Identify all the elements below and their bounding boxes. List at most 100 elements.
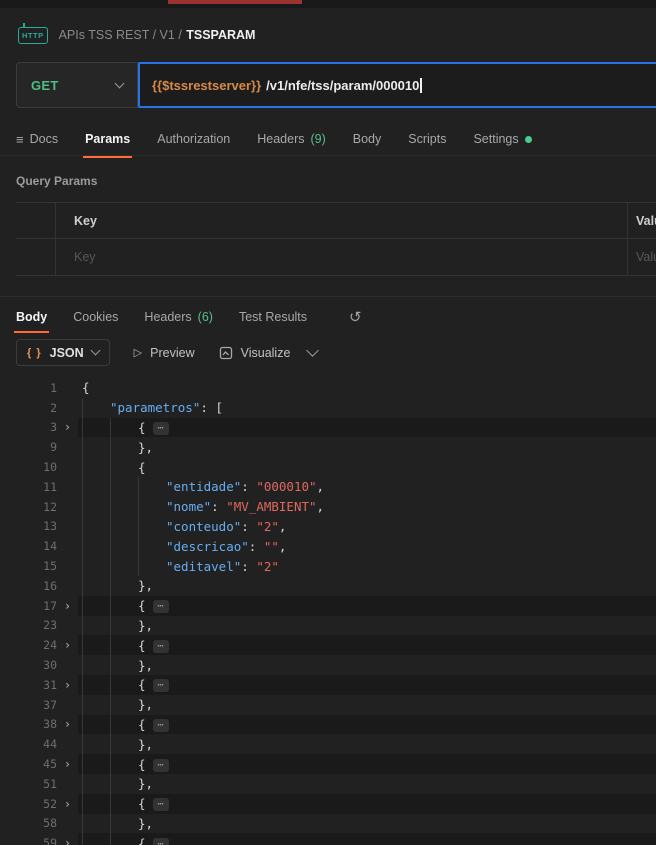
tab-authorization[interactable]: Authorization [157, 132, 230, 158]
visualize-button[interactable]: Visualize [219, 346, 291, 360]
fold-chevron-icon[interactable]: › [57, 718, 78, 730]
method-select[interactable]: GET [16, 62, 138, 108]
fold-chevron-icon[interactable]: › [57, 758, 78, 770]
collapsed-ellipsis[interactable]: ⋯ [153, 422, 169, 435]
code-line[interactable]: 15"editavel": "2" [0, 556, 656, 576]
line-content[interactable]: "nome": "MV_AMBIENT", [78, 497, 656, 517]
code-line[interactable]: 13"conteudo": "2", [0, 517, 656, 537]
preview-button[interactable]: ▷ Preview [134, 346, 195, 360]
code-line[interactable]: 37}, [0, 695, 656, 715]
code-line[interactable]: 10{ [0, 457, 656, 477]
format-select[interactable]: { } JSON [16, 339, 110, 366]
code-line[interactable]: 38›{⋯ [0, 715, 656, 735]
line-content[interactable]: }, [78, 616, 656, 636]
tab-docs[interactable]: ≡ Docs [16, 132, 58, 158]
line-content[interactable]: "parametros": [ [78, 398, 656, 418]
url-input[interactable]: {{$tssrestserver}} /v1/nfe/tss/param/000… [138, 62, 656, 108]
tab-body[interactable]: Body [353, 132, 382, 158]
collapsed-ellipsis[interactable]: ⋯ [153, 640, 169, 653]
collapsed-line-content[interactable]: {⋯ [78, 715, 656, 735]
visualize-icon [219, 346, 233, 360]
fold-chevron-icon[interactable]: › [57, 639, 78, 651]
code-line[interactable]: 2"parametros": [ [0, 398, 656, 418]
code-line[interactable]: 24›{⋯ [0, 635, 656, 655]
fold-chevron-icon[interactable]: › [57, 837, 78, 845]
response-tab-cookies[interactable]: Cookies [73, 310, 118, 333]
line-content[interactable]: "editavel": "2" [78, 556, 656, 576]
more-options-chevron-icon[interactable] [307, 344, 320, 357]
code-line[interactable]: 3›{⋯ [0, 418, 656, 438]
editor-gutter: 2 [0, 401, 78, 415]
collapsed-ellipsis[interactable]: ⋯ [153, 600, 169, 613]
collapsed-line-content[interactable]: {⋯ [78, 794, 656, 814]
response-tabs: Body Cookies Headers (6) Test Results ↺ [0, 297, 656, 331]
collapsed-line-content[interactable]: {⋯ [78, 635, 656, 655]
tab-params[interactable]: Params [85, 132, 130, 158]
code-line[interactable]: 51}, [0, 774, 656, 794]
fold-chevron-icon[interactable]: › [57, 600, 78, 612]
code-line[interactable]: 14"descricao": "", [0, 536, 656, 556]
tab-settings-label: Settings [473, 132, 518, 146]
line-number: 58 [0, 816, 57, 830]
chevron-down-icon [115, 78, 125, 88]
code-line[interactable]: 59›{⋯ [0, 833, 656, 845]
value-input-cell[interactable]: Value [628, 239, 656, 275]
line-content[interactable]: }, [78, 734, 656, 754]
play-icon: ▷ [134, 346, 142, 359]
editor-gutter: 12 [0, 500, 78, 514]
collapsed-ellipsis[interactable]: ⋯ [153, 679, 169, 692]
code-line[interactable]: 11"entidade": "000010", [0, 477, 656, 497]
line-number: 24 [0, 638, 57, 652]
braces-icon: { } [27, 347, 42, 359]
code-line[interactable]: 44}, [0, 734, 656, 754]
tab-headers[interactable]: Headers (9) [257, 132, 326, 158]
line-content[interactable]: "descricao": "", [78, 536, 656, 556]
collapsed-line-content[interactable]: {⋯ [78, 675, 656, 695]
code-line[interactable]: 17›{⋯ [0, 596, 656, 616]
line-content[interactable]: }, [78, 774, 656, 794]
response-history-icon[interactable]: ↺ [349, 308, 362, 326]
line-content[interactable]: { [78, 457, 656, 477]
code-line[interactable]: 9}, [0, 437, 656, 457]
json-punctuation: , [317, 499, 325, 514]
code-line[interactable]: 16}, [0, 576, 656, 596]
code-line[interactable]: 30}, [0, 655, 656, 675]
key-input-cell[interactable]: Key [56, 239, 628, 275]
editor-gutter: 45› [0, 757, 78, 771]
code-line[interactable]: 1{ [0, 378, 656, 398]
line-content[interactable]: }, [78, 576, 656, 596]
collapsed-ellipsis[interactable]: ⋯ [153, 838, 169, 845]
tab-scripts[interactable]: Scripts [408, 132, 446, 158]
line-content[interactable]: "conteudo": "2", [78, 517, 656, 537]
code-line[interactable]: 31›{⋯ [0, 675, 656, 695]
collapsed-ellipsis[interactable]: ⋯ [153, 798, 169, 811]
fold-chevron-icon[interactable]: › [57, 421, 78, 433]
fold-chevron-icon[interactable]: › [57, 679, 78, 691]
line-number: 38 [0, 717, 57, 731]
code-line[interactable]: 58}, [0, 814, 656, 834]
json-punctuation: }, [138, 578, 153, 593]
line-content[interactable]: }, [78, 695, 656, 715]
code-line[interactable]: 45›{⋯ [0, 754, 656, 774]
response-tab-test-results[interactable]: Test Results [239, 310, 307, 333]
line-content[interactable]: "entidade": "000010", [78, 477, 656, 497]
collapsed-line-content[interactable]: {⋯ [78, 418, 656, 438]
collapsed-line-content[interactable]: {⋯ [78, 754, 656, 774]
code-line[interactable]: 52›{⋯ [0, 794, 656, 814]
line-content[interactable]: }, [78, 655, 656, 675]
collapsed-line-content[interactable]: {⋯ [78, 833, 656, 845]
tab-settings[interactable]: Settings [473, 132, 531, 158]
response-tab-headers[interactable]: Headers (6) [144, 310, 213, 333]
row-select-column [16, 203, 56, 238]
line-content[interactable]: }, [78, 437, 656, 457]
code-line[interactable]: 12"nome": "MV_AMBIENT", [0, 497, 656, 517]
breadcrumb-path[interactable]: APIs TSS REST / V1 / [59, 28, 182, 42]
collapsed-ellipsis[interactable]: ⋯ [153, 719, 169, 732]
collapsed-ellipsis[interactable]: ⋯ [153, 759, 169, 772]
line-content[interactable]: }, [78, 814, 656, 834]
response-tab-body[interactable]: Body [16, 310, 47, 333]
code-line[interactable]: 23}, [0, 616, 656, 636]
collapsed-line-content[interactable]: {⋯ [78, 596, 656, 616]
fold-chevron-icon[interactable]: › [57, 798, 78, 810]
line-content[interactable]: { [78, 378, 656, 398]
